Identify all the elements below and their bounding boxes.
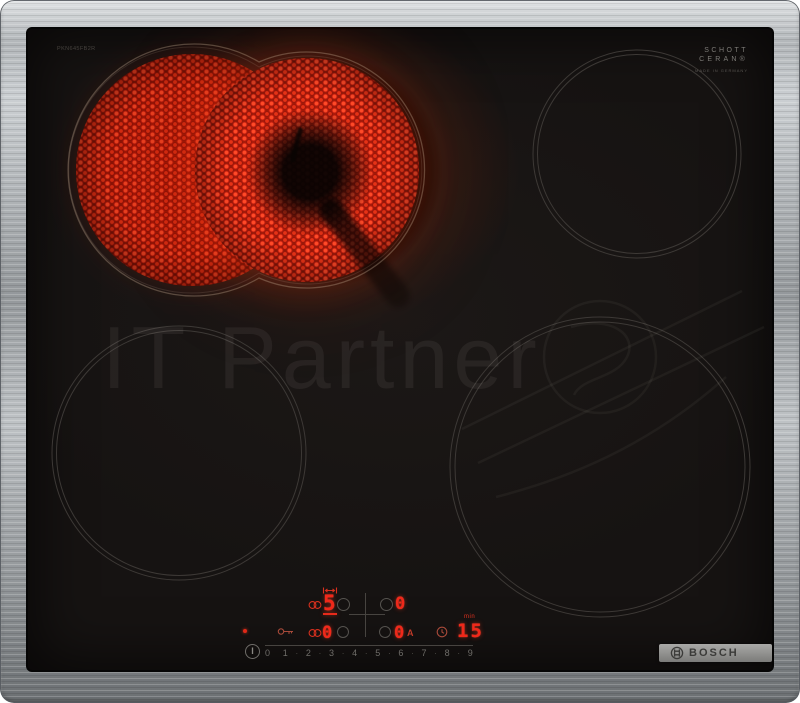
power-button[interactable]: I [245, 644, 260, 659]
zone-select-front-right-button[interactable] [379, 626, 391, 638]
slider-separator: · [365, 649, 368, 658]
timer-clock-icon [436, 626, 448, 638]
slider-separator: · [295, 649, 298, 658]
dual-circuit-icon [308, 628, 322, 638]
schott-line: SCHOTT [695, 47, 748, 56]
watermark-logo [26, 27, 774, 672]
panel-divider-vertical [365, 593, 366, 637]
front-right-level-display: 0 [394, 625, 404, 642]
slider-level-8[interactable]: 8 [445, 648, 450, 658]
slider-level-6[interactable]: 6 [398, 648, 403, 658]
slider-level-7[interactable]: 7 [421, 648, 426, 658]
slider-level-0[interactable]: 0 [265, 648, 270, 658]
slider-level-5[interactable]: 5 [375, 648, 380, 658]
model-code: PKN645FB2R [57, 46, 96, 52]
power-symbol: I [251, 647, 254, 656]
slider-line [265, 645, 473, 646]
ceramic-glass-surface: IT Partner PKN645FB2R SCHOTT CERAN® MADE… [26, 27, 774, 672]
slider-separator: · [319, 649, 322, 658]
schott-ceran-logo: SCHOTT CERAN® MADE IN GERMANY [695, 47, 748, 73]
bosch-logo-band: BOSCH [659, 644, 772, 662]
power-indicator-dot [243, 629, 247, 633]
selected-zone-indicator [323, 613, 337, 615]
slider-level-1[interactable]: 1 [283, 648, 288, 658]
slider-separator: · [457, 649, 460, 658]
slider-level-2[interactable]: 2 [306, 648, 311, 658]
zone-select-rear-right-button[interactable] [380, 598, 393, 611]
slider-separator: · [411, 649, 414, 658]
zone-select-front-left-button[interactable] [337, 626, 349, 638]
panel-divider-horizontal [349, 614, 385, 615]
rear-left-level-display: 5 [323, 593, 336, 614]
slider-level-9[interactable]: 9 [468, 648, 473, 658]
child-lock-key-icon [277, 627, 295, 636]
bosch-wordmark: BOSCH [689, 647, 739, 659]
slider-level-3[interactable]: 3 [329, 648, 334, 658]
hob-product-photo: IT Partner PKN645FB2R SCHOTT CERAN® MADE… [0, 0, 800, 703]
slider-level-4[interactable]: 4 [352, 648, 357, 658]
slider-separator: · [434, 649, 437, 658]
schott-subtext: MADE IN GERMANY [695, 68, 748, 73]
auto-heat-indicator: A [407, 628, 414, 638]
ceran-line: CERAN® [695, 56, 748, 65]
rear-right-level-display: 0 [395, 596, 405, 613]
timer-display: 15 [457, 622, 484, 641]
zone-select-rear-left-button[interactable] [337, 598, 350, 611]
bosch-symbol-icon [670, 646, 684, 660]
slider-separator: · [388, 649, 391, 658]
front-left-level-display: 0 [322, 625, 332, 642]
power-level-slider[interactable]: 0 1 · 2 · 3 · 4 · 5 · 6 · 7 · 8 · 9 [265, 648, 473, 658]
dual-circuit-icon [308, 600, 322, 610]
slider-separator: · [342, 649, 345, 658]
